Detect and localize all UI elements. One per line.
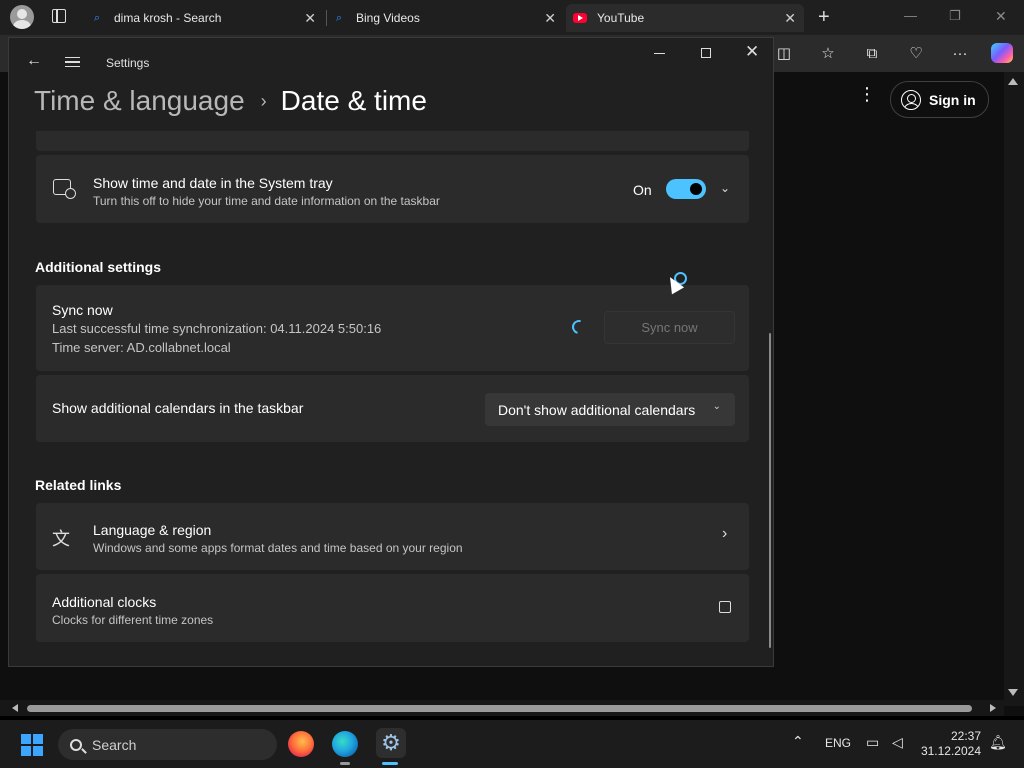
page-horizontal-scrollbar[interactable]: [0, 700, 1004, 716]
setting-title: Sync now: [52, 302, 113, 318]
tab-search[interactable]: ⌕ dima krosh - Search ✕: [90, 4, 324, 32]
scroll-up-icon[interactable]: [1008, 78, 1018, 85]
profile-avatar[interactable]: [10, 5, 34, 29]
chevron-up-icon[interactable]: ⌃: [792, 733, 804, 750]
user-icon: [901, 89, 921, 110]
network-icon[interactable]: ▭: [866, 734, 879, 751]
new-tab-button[interactable]: +: [818, 6, 830, 29]
language-region-link[interactable]: 文 Language & region Windows and some app…: [36, 503, 749, 570]
maximize-icon[interactable]: [701, 48, 711, 58]
section-heading: Additional settings: [35, 259, 161, 275]
chevron-right-icon: ›: [722, 525, 728, 542]
toggle-state-label: On: [633, 182, 652, 198]
clock-date: 31.12.2024: [920, 744, 981, 758]
tab-actions-icon[interactable]: [52, 9, 66, 23]
firefox-icon[interactable]: [288, 731, 314, 757]
link-subtitle: Clocks for different time zones: [52, 613, 214, 627]
setting-title: Show additional calendars in the taskbar: [52, 400, 304, 416]
clock-time: 22:37: [950, 729, 981, 743]
link-title: Additional clocks: [52, 594, 157, 610]
more-menu-icon[interactable]: ⋮: [858, 85, 876, 103]
tab-label: dima krosh - Search: [114, 11, 222, 25]
close-tab-icon[interactable]: ✕: [544, 10, 556, 27]
search-icon: [70, 738, 82, 751]
minimize-icon[interactable]: [654, 53, 665, 54]
copilot-icon[interactable]: [991, 43, 1013, 63]
tab-label: YouTube: [597, 11, 645, 25]
app-title: Settings: [106, 56, 150, 70]
language-indicator[interactable]: ENG: [825, 736, 851, 750]
link-subtitle: Windows and some apps format dates and t…: [93, 541, 463, 555]
scroll-right-icon[interactable]: [990, 704, 996, 712]
scroll-left-icon[interactable]: [12, 704, 18, 712]
system-tray-toggle[interactable]: [666, 179, 706, 199]
tab-bing-videos[interactable]: ⌕ Bing Videos ✕: [332, 4, 564, 32]
volume-muted-icon[interactable]: ◁: [892, 734, 903, 751]
favorites-icon[interactable]: ☆: [818, 43, 838, 63]
restore-icon[interactable]: ❐: [949, 8, 961, 24]
setting-title: Show time and date in the System tray: [93, 175, 333, 191]
chevron-down-icon[interactable]: ⌄: [720, 181, 730, 195]
back-icon[interactable]: ←: [26, 52, 42, 70]
clock[interactable]: 22:37 31.12.2024: [920, 729, 981, 759]
youtube-icon: [573, 11, 587, 25]
more-options-icon[interactable]: ···: [950, 43, 970, 63]
breadcrumb-parent[interactable]: Time & language: [34, 85, 245, 117]
setting-subtitle: Turn this off to hide your time and date…: [93, 194, 440, 208]
collections-icon[interactable]: ⧉: [862, 43, 882, 63]
close-window-icon[interactable]: ✕: [995, 8, 1007, 25]
active-indicator: [382, 762, 398, 765]
last-sync-text: Last successful time synchronization: 04…: [52, 321, 382, 336]
close-tab-icon[interactable]: ✕: [784, 10, 796, 27]
search-placeholder: Search: [92, 736, 137, 753]
browser-essentials-icon[interactable]: ♡: [906, 43, 926, 63]
minimize-icon[interactable]: —: [904, 8, 917, 23]
sync-now-button[interactable]: Sync now: [604, 311, 735, 344]
close-icon[interactable]: ✕: [745, 42, 759, 62]
split-screen-icon[interactable]: ◫: [774, 43, 794, 63]
taskbar-search[interactable]: Search: [58, 729, 277, 760]
taskbar: Search ⚙ ⌃ ENG ▭ ◁ 22:37 31.12.2024 🔔︎: [0, 720, 1024, 768]
close-tab-icon[interactable]: ✕: [304, 10, 316, 27]
calendars-dropdown[interactable]: Don't show additional calendars ⌄: [485, 393, 735, 426]
chevron-right-icon: ›: [260, 90, 267, 111]
external-link-icon: [719, 601, 731, 613]
browser-tab-bar: ⌕ dima krosh - Search ✕ ⌕ Bing Videos ✕ …: [0, 0, 1024, 35]
sign-in-label: Sign in: [929, 91, 976, 108]
tab-label: Bing Videos: [356, 11, 420, 25]
sign-in-button[interactable]: Sign in: [890, 81, 989, 118]
tab-youtube[interactable]: YouTube ✕: [566, 4, 804, 32]
running-indicator: [340, 762, 350, 765]
system-tray-card[interactable]: Show time and date in the System tray Tu…: [36, 155, 749, 223]
settings-gear-icon[interactable]: ⚙: [376, 728, 406, 758]
page-vertical-scrollbar[interactable]: [1004, 72, 1024, 706]
additional-clocks-link[interactable]: Additional clocks Clocks for different t…: [36, 574, 749, 642]
time-server-text: Time server: AD.collabnet.local: [52, 340, 231, 355]
hamburger-menu-icon[interactable]: [65, 57, 80, 67]
edge-icon[interactable]: [332, 731, 358, 757]
settings-window: ← Settings ✕ Time & language › Date & ti…: [8, 37, 774, 667]
breadcrumb: Time & language › Date & time: [34, 85, 427, 117]
windows-start-icon[interactable]: [21, 734, 43, 756]
scrolled-card-edge: [36, 131, 749, 151]
section-heading: Related links: [35, 477, 122, 493]
language-icon: 文: [52, 529, 70, 549]
scroll-down-icon[interactable]: [1008, 689, 1018, 696]
clock-badge-icon: [65, 188, 76, 199]
tab-divider: [326, 10, 327, 26]
search-icon: ⌕: [335, 11, 343, 24]
settings-scrollbar[interactable]: [769, 333, 771, 648]
horizontal-scroll-thumb[interactable]: [27, 705, 972, 712]
link-title: Language & region: [93, 522, 212, 538]
search-icon: ⌕: [93, 11, 101, 24]
chevron-down-icon: ⌄: [712, 401, 721, 412]
notifications-bell-icon[interactable]: 🔔︎: [989, 734, 1007, 751]
dropdown-value: Don't show additional calendars: [498, 401, 696, 418]
page-title: Date & time: [280, 85, 427, 116]
